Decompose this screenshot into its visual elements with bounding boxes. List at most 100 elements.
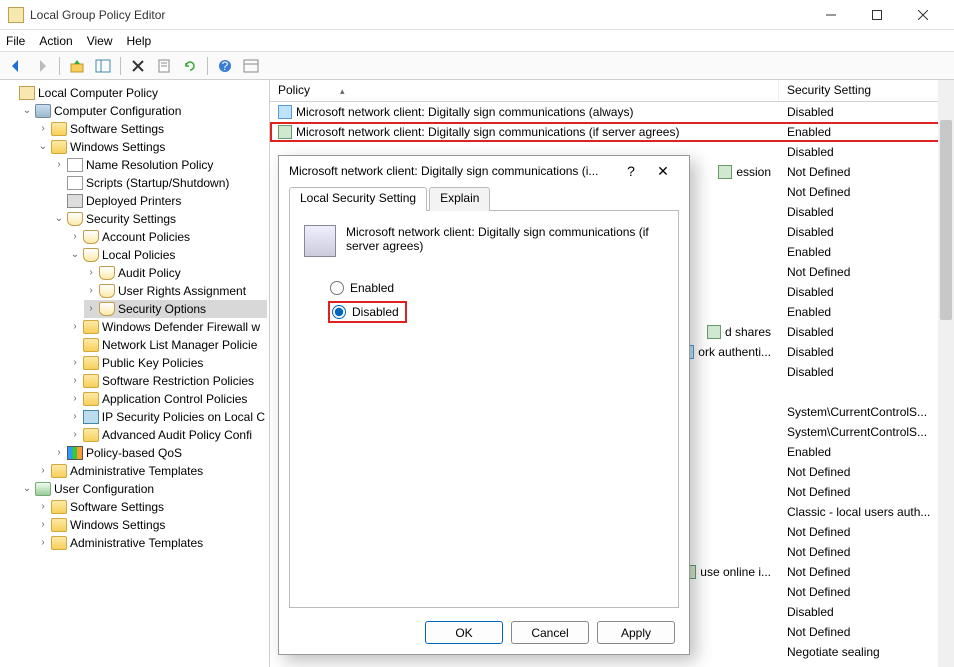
up-button[interactable] [65, 55, 89, 77]
tree-label: Audit Policy [118, 264, 181, 282]
tree-label: Account Policies [102, 228, 190, 246]
maximize-button[interactable] [854, 0, 900, 30]
tree-label: Local Computer Policy [38, 84, 158, 102]
policy-row-icon [278, 125, 292, 139]
radio-disabled[interactable]: Disabled [330, 303, 405, 321]
tree-local-policies[interactable]: ⌄Local Policies [68, 246, 267, 264]
dialog-help-button[interactable]: ? [615, 163, 647, 179]
tree-scripts[interactable]: Scripts (Startup/Shutdown) [52, 174, 267, 192]
cancel-button[interactable]: Cancel [511, 621, 589, 644]
tree-user-rights-assignment[interactable]: ›User Rights Assignment [84, 282, 267, 300]
radio-enabled-label: Enabled [350, 281, 394, 295]
policy-icon [304, 225, 336, 257]
column-security-setting[interactable]: Security Setting [779, 80, 954, 101]
menu-help[interactable]: Help [127, 34, 152, 48]
setting-cell: Enabled [779, 125, 954, 139]
tree-label: Local Policies [102, 246, 175, 264]
tree-administrative-templates[interactable]: ›Administrative Templates [36, 462, 267, 480]
tree-label: Software Settings [70, 498, 164, 516]
radio-disabled-label: Disabled [352, 305, 399, 319]
tree-label: Security Settings [86, 210, 176, 228]
minimize-button[interactable] [808, 0, 854, 30]
close-button[interactable] [900, 0, 946, 30]
tree-label: Computer Configuration [54, 102, 181, 120]
setting-cell: Disabled [779, 145, 954, 159]
policy-description: Microsoft network client: Digitally sign… [346, 225, 664, 257]
tree-user-configuration[interactable]: ⌄User Configuration [20, 480, 267, 498]
setting-cell: Enabled [779, 305, 954, 319]
setting-cell: Not Defined [779, 185, 954, 199]
list-row[interactable]: Microsoft network client: Digitally sign… [270, 102, 954, 122]
tree-policy-based-qos[interactable]: ›Policy-based QoS [52, 444, 267, 462]
policy-name: ork authenti... [698, 345, 771, 359]
dialog-title: Microsoft network client: Digitally sign… [289, 164, 615, 178]
vertical-scrollbar[interactable] [938, 80, 954, 667]
tree-label: Name Resolution Policy [86, 156, 213, 174]
tab-explain[interactable]: Explain [429, 187, 490, 211]
tree-label: Deployed Printers [86, 192, 181, 210]
tree-security-settings[interactable]: ⌄Security Settings [52, 210, 267, 228]
menu-file[interactable]: File [6, 34, 25, 48]
toolbar-separator [59, 57, 60, 75]
tree-computer-configuration[interactable]: ⌄Computer Configuration [20, 102, 267, 120]
radio-disabled-input[interactable] [332, 305, 346, 319]
tree-label: Software Restriction Policies [102, 372, 254, 390]
setting-cell: Disabled [779, 225, 954, 239]
dialog-close-button[interactable]: ✕ [647, 163, 679, 180]
tree-root[interactable]: Local Computer Policy [4, 84, 267, 102]
setting-cell: Disabled [779, 605, 954, 619]
tree-advanced-audit[interactable]: ›Advanced Audit Policy Confi [68, 426, 267, 444]
tree-user-software-settings[interactable]: ›Software Settings [36, 498, 267, 516]
dialog-tab-body: Microsoft network client: Digitally sign… [289, 210, 679, 608]
tree-name-resolution-policy[interactable]: ›Name Resolution Policy [52, 156, 267, 174]
tree-audit-policy[interactable]: ›Audit Policy [84, 264, 267, 282]
menu-view[interactable]: View [87, 34, 113, 48]
filter-button[interactable] [239, 55, 263, 77]
radio-enabled[interactable]: Enabled [330, 281, 664, 295]
setting-cell: Disabled [779, 205, 954, 219]
ok-button[interactable]: OK [425, 621, 503, 644]
forward-button[interactable] [30, 55, 54, 77]
setting-cell: Not Defined [779, 525, 954, 539]
tree-windows-settings[interactable]: ⌄Windows Settings [36, 138, 267, 156]
properties-button[interactable] [152, 55, 176, 77]
tree-security-options[interactable]: ›Security Options [84, 300, 267, 318]
tree-software-restriction[interactable]: ›Software Restriction Policies [68, 372, 267, 390]
setting-cell: Classic - local users auth... [779, 505, 954, 519]
tree-label: Administrative Templates [70, 462, 203, 480]
help-button[interactable]: ? [213, 55, 237, 77]
refresh-button[interactable] [178, 55, 202, 77]
tree-account-policies[interactable]: ›Account Policies [68, 228, 267, 246]
menu-action[interactable]: Action [39, 34, 72, 48]
tree-label: Windows Settings [70, 138, 165, 156]
radio-enabled-input[interactable] [330, 281, 344, 295]
tree-software-settings[interactable]: ›Software Settings [36, 120, 267, 138]
list-header: Policy▴ Security Setting [270, 80, 954, 102]
apply-button[interactable]: Apply [597, 621, 675, 644]
svg-text:?: ? [222, 59, 229, 73]
setting-cell: System\CurrentControlS... [779, 425, 954, 439]
tree-label: Windows Settings [70, 516, 165, 534]
list-row[interactable]: Microsoft network client: Digitally sign… [270, 122, 954, 142]
tree-public-key-policies[interactable]: ›Public Key Policies [68, 354, 267, 372]
policy-row-icon [278, 105, 292, 119]
tree-application-control[interactable]: ›Application Control Policies [68, 390, 267, 408]
tree-label: Windows Defender Firewall w [102, 318, 260, 336]
tree-user-admin-templates[interactable]: ›Administrative Templates [36, 534, 267, 552]
column-policy[interactable]: Policy▴ [270, 80, 779, 101]
tree-user-windows-settings[interactable]: ›Windows Settings [36, 516, 267, 534]
setting-cell: Enabled [779, 245, 954, 259]
back-button[interactable] [4, 55, 28, 77]
setting-cell: Disabled [779, 105, 954, 119]
tree-ipsec-policies[interactable]: ›IP Security Policies on Local C [68, 408, 267, 426]
policy-row-icon [718, 165, 732, 179]
tree-windows-defender[interactable]: ›Windows Defender Firewall w [68, 318, 267, 336]
show-hide-tree-button[interactable] [91, 55, 115, 77]
tree-deployed-printers[interactable]: Deployed Printers [52, 192, 267, 210]
delete-button[interactable] [126, 55, 150, 77]
tab-local-security-setting[interactable]: Local Security Setting [289, 187, 427, 211]
tree-network-list-manager[interactable]: Network List Manager Policie [68, 336, 267, 354]
scrollbar-thumb[interactable] [940, 120, 952, 320]
tree-label: Administrative Templates [70, 534, 203, 552]
properties-dialog: Microsoft network client: Digitally sign… [278, 155, 690, 655]
